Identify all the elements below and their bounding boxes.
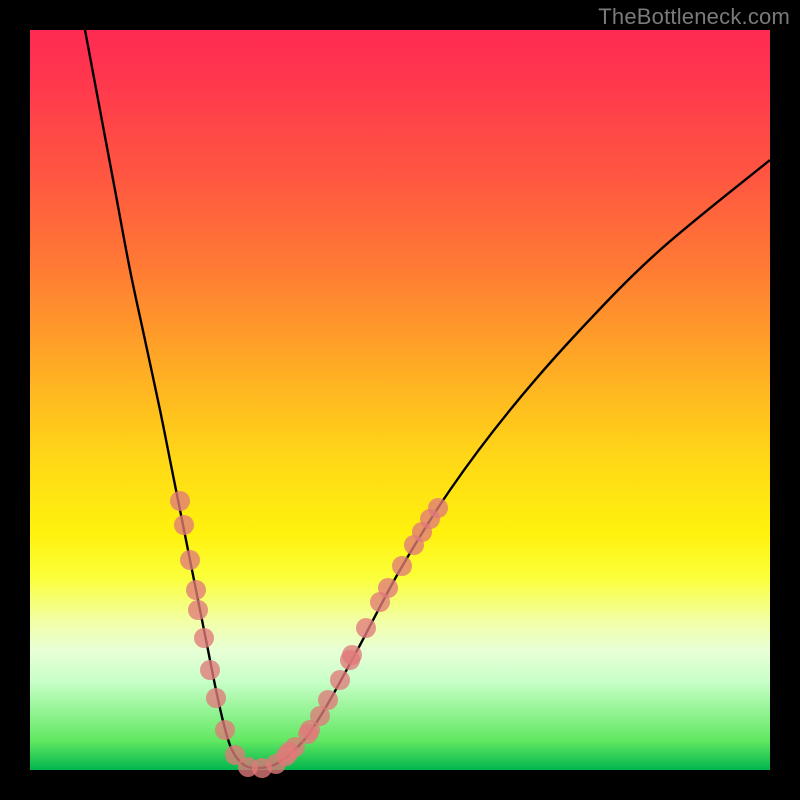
curve-marker <box>330 670 350 690</box>
curve-marker <box>186 580 206 600</box>
curve-marker <box>279 742 299 762</box>
curve-marker <box>206 688 226 708</box>
curve-marker <box>378 578 398 598</box>
watermark-text: TheBottleneck.com <box>598 4 790 30</box>
curve-marker <box>215 720 235 740</box>
curve-marker <box>174 515 194 535</box>
curve-marker <box>170 491 190 511</box>
curve-marker <box>340 650 360 670</box>
curve-marker <box>318 690 338 710</box>
curve-marker <box>428 498 448 518</box>
curve-marker <box>200 660 220 680</box>
plot-frame <box>30 30 770 770</box>
bottleneck-curve <box>85 30 770 768</box>
plot-svg <box>30 30 770 770</box>
curve-marker <box>188 600 208 620</box>
curve-markers <box>170 491 448 778</box>
curve-marker <box>392 556 412 576</box>
curve-marker <box>356 618 376 638</box>
curve-marker <box>300 720 320 740</box>
curve-marker <box>194 628 214 648</box>
curve-marker <box>180 550 200 570</box>
